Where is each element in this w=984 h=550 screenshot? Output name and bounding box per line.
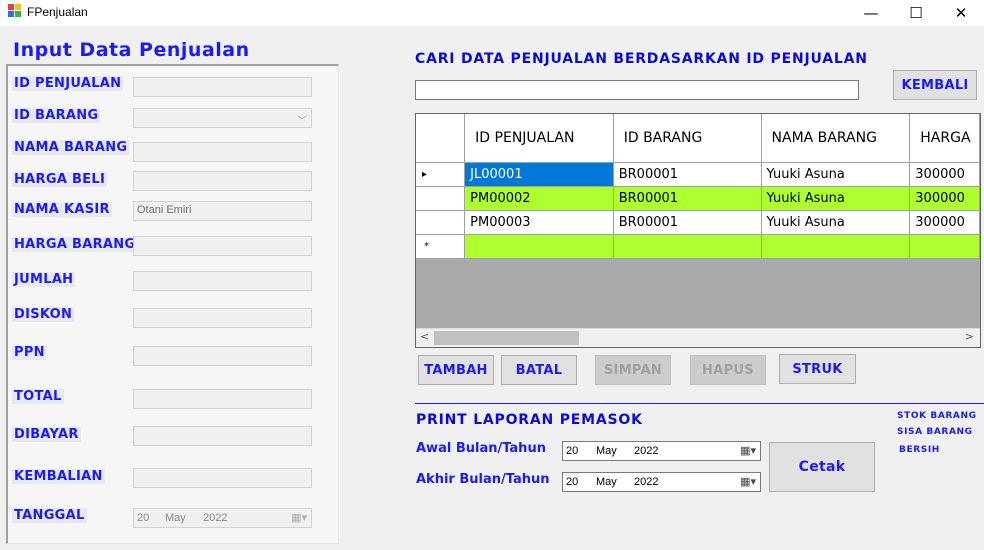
section-divider [415, 403, 984, 404]
tanggal-datepicker[interactable]: 20 May 2022 ▦▾ [133, 508, 312, 528]
close-button[interactable]: ✕ [938, 0, 984, 26]
app-icon [8, 4, 21, 17]
kembalian-input[interactable] [133, 468, 312, 488]
label-dibayar: DIBAYAR [12, 427, 81, 442]
dibayar-input[interactable] [133, 426, 312, 446]
calendar-icon[interactable]: ▦▾ [291, 511, 307, 524]
awal-year: 2022 [634, 445, 659, 457]
label-total: TOTAL [12, 389, 64, 404]
batal-button[interactable]: BATAL [501, 355, 577, 385]
new-row-indicator[interactable]: * [416, 234, 466, 259]
cetak-button[interactable]: Cetak [769, 442, 875, 492]
label-id-barang: ID BARANG [12, 108, 101, 123]
cell-new[interactable] [613, 234, 762, 259]
search-input[interactable] [415, 80, 859, 100]
chevron-down-icon[interactable]: ﹀ [297, 112, 307, 127]
label-akhir: Akhir Bulan/Tahun [416, 472, 550, 487]
cell-id-barang[interactable]: BR00001 [613, 162, 762, 187]
awal-datepicker[interactable]: 20 May 2022 ▦▾ [562, 441, 761, 461]
id-penjualan-input[interactable] [133, 77, 312, 97]
label-kembalian: KEMBALIAN [12, 469, 105, 484]
scroll-right-icon[interactable]: > [965, 330, 974, 343]
cell-nama-barang[interactable]: Yuuki Asuna [761, 162, 911, 187]
report-heading: PRINT LAPORAN PEMASOK [416, 412, 643, 428]
akhir-day: 20 [566, 476, 579, 488]
current-row-indicator[interactable]: ▸ [416, 162, 466, 187]
cell-new[interactable] [464, 234, 614, 259]
column-header-harga[interactable]: HARGA [909, 114, 980, 163]
cell-new[interactable] [761, 234, 911, 259]
cell-id-penjualan[interactable]: PM00002 [464, 186, 614, 211]
cell-id-barang[interactable]: BR00001 [613, 186, 762, 211]
label-tanggal: TANGGAL [12, 508, 87, 523]
calendar-icon[interactable]: ▦▾ [740, 475, 756, 488]
simpan-button[interactable]: SIMPAN [595, 355, 671, 385]
table-row[interactable]: PM00002 BR00001 Yuuki Asuna 300000 [416, 186, 980, 211]
tanggal-year: 2022 [203, 512, 228, 524]
grid-corner-header [416, 114, 466, 163]
sisa-barang-link[interactable]: SISA BARANG [897, 427, 973, 437]
label-id-penjualan: ID PENJUALAN [12, 76, 124, 91]
label-jumlah: JUMLAH [12, 272, 76, 287]
cell-id-penjualan[interactable]: JL00001 [464, 162, 614, 187]
table-row[interactable]: PM00003 BR00001 Yuuki Asuna 300000 [416, 210, 980, 235]
hapus-button[interactable]: HAPUS [690, 355, 766, 385]
column-header-id-barang[interactable]: ID BARANG [613, 114, 762, 163]
row-header[interactable] [416, 210, 466, 235]
data-grid[interactable]: ID PENJUALAN ID BARANG NAMA BARANG HARGA… [415, 113, 981, 348]
new-row[interactable]: * [416, 234, 980, 259]
id-barang-combo[interactable]: ﹀ [133, 108, 312, 128]
kembali-button[interactable]: KEMBALI [893, 70, 977, 100]
awal-month: May [596, 445, 617, 457]
table-row[interactable]: ▸ JL00001 BR00001 Yuuki Asuna 300000 [416, 162, 980, 187]
maximize-button[interactable]: ☐ [893, 0, 939, 26]
akhir-year: 2022 [634, 476, 659, 488]
label-ppn: PPN [12, 345, 47, 360]
cell-harga[interactable]: 300000 [909, 186, 980, 211]
label-awal: Awal Bulan/Tahun [416, 441, 546, 456]
cell-id-penjualan[interactable]: PM00003 [464, 210, 614, 235]
harga-barang-input[interactable] [133, 236, 312, 256]
tanggal-day: 20 [137, 512, 150, 524]
label-harga-beli: HARGA BELI [12, 172, 108, 187]
akhir-month: May [596, 476, 617, 488]
label-harga-barang: HARGA BARANG [12, 237, 138, 252]
column-header-id-penjualan[interactable]: ID PENJUALAN [464, 114, 614, 163]
struk-button[interactable]: STRUK [779, 354, 856, 384]
scrollbar-thumb[interactable] [434, 331, 579, 345]
title-bar [0, 0, 984, 26]
nama-barang-input[interactable] [133, 142, 312, 162]
nama-kasir-input[interactable]: Otani Emiri [133, 201, 312, 221]
label-nama-barang: NAMA BARANG [12, 140, 130, 155]
diskon-input[interactable] [133, 308, 312, 328]
horizontal-scrollbar[interactable]: < > [416, 328, 980, 347]
scroll-left-icon[interactable]: < [420, 330, 429, 343]
form-heading: Input Data Penjualan [13, 39, 250, 61]
stok-barang-link[interactable]: STOK BARANG [897, 411, 977, 421]
cell-nama-barang[interactable]: Yuuki Asuna [761, 210, 911, 235]
awal-day: 20 [566, 445, 579, 457]
akhir-datepicker[interactable]: 20 May 2022 ▦▾ [562, 472, 761, 492]
total-input[interactable] [133, 389, 312, 409]
label-diskon: DISKON [12, 307, 75, 322]
tanggal-month: May [165, 512, 186, 524]
label-nama-kasir: NAMA KASIR [12, 202, 112, 217]
row-header[interactable] [416, 186, 466, 211]
ppn-input[interactable] [133, 346, 312, 366]
jumlah-input[interactable] [133, 271, 312, 291]
cell-harga[interactable]: 300000 [909, 162, 980, 187]
cell-id-barang[interactable]: BR00001 [613, 210, 762, 235]
bersih-link[interactable]: BERSIH [899, 445, 940, 455]
column-header-nama-barang[interactable]: NAMA BARANG [761, 114, 911, 163]
tambah-button[interactable]: TAMBAH [418, 355, 494, 385]
cell-new[interactable] [909, 234, 980, 259]
window-title: FPenjualan [27, 5, 88, 19]
cell-nama-barang[interactable]: Yuuki Asuna [761, 186, 911, 211]
calendar-icon[interactable]: ▦▾ [740, 444, 756, 457]
harga-beli-input[interactable] [133, 171, 312, 191]
minimize-button[interactable]: — [848, 0, 894, 26]
cell-harga[interactable]: 300000 [909, 210, 980, 235]
search-heading: CARI DATA PENJUALAN BERDASARKAN ID PENJU… [415, 51, 868, 67]
